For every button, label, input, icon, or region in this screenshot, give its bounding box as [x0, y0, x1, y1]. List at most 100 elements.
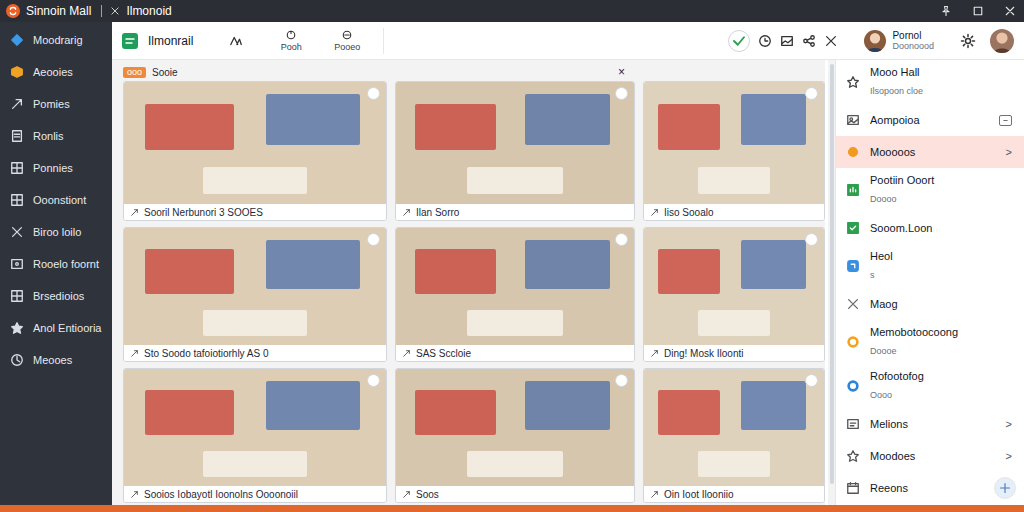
- image-icon[interactable]: [780, 34, 794, 48]
- select-checkbox[interactable]: [367, 233, 380, 246]
- panel-title: Memobotoocoong: [870, 326, 958, 339]
- store-card[interactable]: Ding! Mosk Iloonti: [643, 227, 825, 362]
- panel-item[interactable]: Mooo HallIlsopoon cloe: [836, 60, 1024, 104]
- panel-item[interactable]: RofootofogOooo: [836, 364, 1024, 408]
- panel-text: Maog: [870, 298, 898, 311]
- card-title: Ilan Sorro: [416, 205, 459, 220]
- sidebar-item[interactable]: Ponnies: [0, 152, 112, 184]
- panel-icon: [846, 417, 860, 431]
- card-caption: Soos: [396, 486, 634, 502]
- sidebar-item[interactable]: Ooonstiont: [0, 184, 112, 216]
- select-checkbox[interactable]: [805, 374, 818, 387]
- sidebar-item[interactable]: Brsedioios: [0, 280, 112, 312]
- store-card[interactable]: Sto Soodo tafoiotiorhly AS 0: [123, 227, 387, 362]
- store-card[interactable]: Sooios Iobayotl Ioonolns Oooonoiil: [123, 368, 387, 503]
- sidebar-label: Ponnies: [33, 160, 73, 177]
- scrollbar[interactable]: [828, 60, 835, 505]
- card-caption: Sto Soodo tafoiotiorhly AS 0: [124, 345, 386, 361]
- user[interactable]: PornolDoonoood: [864, 30, 934, 52]
- panel-icon: [846, 379, 860, 393]
- store-card[interactable]: Oin Ioot Ilooniio: [643, 368, 825, 503]
- store-card[interactable]: Ilan Sorro: [395, 81, 635, 221]
- store-image: [396, 82, 634, 204]
- expand-icon: [130, 349, 139, 358]
- sidebar-item[interactable]: Meooes: [0, 344, 112, 376]
- profile-avatar-icon[interactable]: [990, 29, 1014, 53]
- floating-button[interactable]: [994, 477, 1016, 499]
- close-icon[interactable]: [1004, 5, 1016, 17]
- panel-item[interactable]: Aompoioa: [836, 104, 1024, 136]
- panel-item[interactable]: Moodoes>: [836, 440, 1024, 472]
- sidebar-item[interactable]: Ronlis: [0, 120, 112, 152]
- sidebar-item[interactable]: Biroo loilo: [0, 216, 112, 248]
- scrollbar-thumb[interactable]: [830, 64, 834, 484]
- select-checkbox[interactable]: [805, 233, 818, 246]
- store-card[interactable]: Sooril Nerbunori 3 SOOES: [123, 81, 387, 221]
- sidebar-label: Ronlis: [33, 128, 64, 145]
- sidebar-label: Aeooies: [33, 64, 73, 81]
- select-checkbox[interactable]: [367, 374, 380, 387]
- select-checkbox[interactable]: [615, 374, 628, 387]
- card-title: Soos: [416, 487, 439, 502]
- share-icon[interactable]: [802, 34, 816, 48]
- gallery-title: Sooie: [152, 65, 178, 80]
- store-image: [124, 82, 386, 204]
- select-checkbox[interactable]: [615, 87, 628, 100]
- panel-item[interactable]: Pootiin OoortDoooo: [836, 168, 1024, 212]
- panel-icon: [846, 221, 860, 235]
- sidebar-label: Brsedioios: [33, 288, 84, 305]
- window-tab[interactable]: Ilmonoid: [126, 2, 171, 20]
- gear-icon[interactable]: [960, 33, 976, 49]
- close-tab-icon[interactable]: [110, 6, 120, 16]
- gallery-close[interactable]: ×: [618, 65, 625, 79]
- sidebar-item[interactable]: Moodrarig: [0, 24, 112, 56]
- sidebar-item[interactable]: Rooelo foornt: [0, 248, 112, 280]
- close-icon[interactable]: [824, 34, 838, 48]
- sidebar-label: Biroo loilo: [33, 224, 81, 241]
- sidebar-item[interactable]: Anol Entiooria: [0, 312, 112, 344]
- clock-icon[interactable]: [758, 34, 772, 48]
- store-block: [658, 390, 719, 434]
- side-panel: Mooo HallIlsopoon cloeAompoioaMooooos>Po…: [835, 60, 1024, 505]
- pin-icon[interactable]: [940, 5, 952, 17]
- select-checkbox[interactable]: [615, 233, 628, 246]
- window-controls: [940, 5, 1016, 17]
- panel-item[interactable]: Melions >: [836, 408, 1024, 440]
- select-checkbox[interactable]: [805, 87, 818, 100]
- tool-button[interactable]: Pooh: [265, 29, 317, 53]
- user-info: PornolDoonoood: [892, 30, 934, 52]
- tool-button[interactable]: Pooeo: [321, 29, 373, 53]
- check-circle-icon[interactable]: [728, 30, 750, 52]
- chevron: >: [1006, 416, 1012, 433]
- sidebar-icon: [10, 257, 24, 271]
- select-checkbox[interactable]: [367, 87, 380, 100]
- panel-item[interactable]: Sooom.Loon: [836, 212, 1024, 244]
- card-caption: Iiso Sooalo: [644, 204, 824, 220]
- panel-item[interactable]: Heols: [836, 244, 1024, 288]
- expand-icon: [402, 208, 411, 217]
- panel-item[interactable]: MemobotoocoongDoooe: [836, 320, 1024, 364]
- title-bar: Sinnoin MallIlmonoid: [0, 0, 1024, 22]
- expand-icon: [650, 208, 659, 217]
- app-icon: [122, 33, 138, 49]
- floor-block: [203, 451, 308, 477]
- panel-title: Melions: [870, 418, 908, 431]
- card-caption: Ilan Sorro: [396, 204, 634, 220]
- panel-item[interactable]: Mooooos>: [836, 136, 1024, 168]
- panel-subtitle: Oooo: [870, 389, 924, 402]
- maximize-icon[interactable]: [972, 5, 984, 17]
- store-card[interactable]: SAS Sccloie: [395, 227, 635, 362]
- store-image: [644, 228, 824, 345]
- panel-title: Heol: [870, 250, 893, 263]
- store-card[interactable]: Soos: [395, 368, 635, 503]
- layers-icon[interactable]: [229, 34, 243, 48]
- store-card[interactable]: Iiso Sooalo: [643, 81, 825, 221]
- panel-item[interactable]: Maog: [836, 288, 1024, 320]
- store-image: [396, 369, 634, 486]
- sidebar-label: Meooes: [33, 352, 72, 369]
- sidebar-item[interactable]: Pomies: [0, 88, 112, 120]
- panel-icon: [846, 449, 860, 463]
- card-title: Ding! Mosk Iloonti: [664, 346, 743, 361]
- sidebar-item[interactable]: Aeooies: [0, 56, 112, 88]
- app-name: Ilmonrail: [148, 32, 193, 50]
